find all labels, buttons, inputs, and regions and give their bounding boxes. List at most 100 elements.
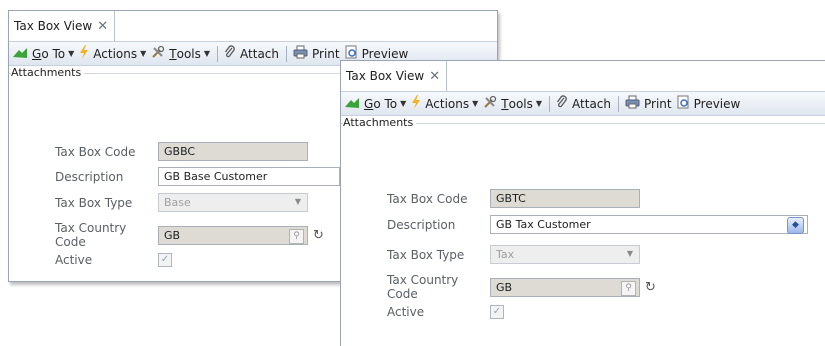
tax-country-code-value: GB <box>496 280 513 294</box>
tools-icon <box>151 45 165 62</box>
goto-button[interactable]: Go To ▼ <box>13 47 74 61</box>
tax-box-type-value: Base <box>164 196 191 209</box>
description-value: GB Tax Customer <box>496 218 591 231</box>
refresh-icon[interactable]: ↻ <box>313 228 324 243</box>
lookup-icon[interactable]: ⚲ <box>621 280 636 296</box>
tab-tax-box-view[interactable]: Tax Box View ✕ <box>9 11 116 41</box>
toolbar-separator <box>217 45 219 62</box>
preview-icon <box>677 95 690 112</box>
tools-label: ools <box>508 96 533 111</box>
toolbar-separator <box>286 45 288 62</box>
chevron-down-icon: ▼ <box>140 49 147 58</box>
chevron-down-icon: ▼ <box>472 99 479 108</box>
tools-mnemonic: T <box>169 46 177 61</box>
active-label: Active <box>387 305 425 319</box>
tax-box-type-row: Tax Box Type Base ▼ <box>55 193 308 212</box>
tax-box-code-row: Tax Box Code GBBC <box>55 142 308 161</box>
chevron-down-icon: ▼ <box>626 249 633 258</box>
description-label: Description <box>55 169 124 184</box>
preview-label: Preview <box>361 46 409 61</box>
description-row: Description GB Base Customer <box>55 167 340 186</box>
chevron-down-icon: ▼ <box>203 49 211 58</box>
tax-country-code-label: Tax Country Code <box>55 221 127 249</box>
attachments-group-label: Attachments <box>343 116 417 129</box>
print-button[interactable]: Print <box>293 45 340 62</box>
tab-strip: Tax Box View ✕ <box>9 11 497 41</box>
chevron-down-icon: ▼ <box>535 99 543 108</box>
tax-country-code-value: GB <box>164 228 181 242</box>
paperclip-icon <box>556 95 568 112</box>
tax-box-code-field[interactable]: GBTC <box>490 189 640 208</box>
actions-label: Actions <box>425 96 470 111</box>
attach-label: Attach <box>240 46 280 61</box>
goto-mnemonic: G <box>364 96 374 111</box>
tab-title: Tax Box View <box>14 19 93 33</box>
tax-box-view-window-front: Tax Box View ✕ Go To ▼ Actions ▼ Tools ▼ <box>340 60 825 346</box>
attachments-group: Attachments <box>341 116 825 130</box>
tax-box-type-select[interactable]: Tax ▼ <box>490 245 640 264</box>
active-row: Active ✓ <box>387 305 504 319</box>
tab-tax-box-view[interactable]: Tax Box View ✕ <box>341 61 448 91</box>
print-label: Print <box>312 46 340 61</box>
paperclip-icon <box>224 45 236 62</box>
chevron-down-icon: ▼ <box>294 197 301 206</box>
toolbar-separator <box>618 95 620 112</box>
tools-button[interactable]: Tools ▼ <box>151 45 210 62</box>
attachments-group-label: Attachments <box>11 66 85 79</box>
description-field[interactable]: GB Tax Customer ◆ <box>490 215 808 234</box>
toolbar: Go To ▼ Actions ▼ Tools ▼ Attach Print P… <box>341 91 825 116</box>
print-button[interactable]: Print <box>625 95 672 112</box>
translate-icon[interactable]: ◆ <box>787 217 804 234</box>
tax-country-code-row: Tax Country Code GB ⚲ ↻ <box>387 273 656 301</box>
tools-label: ools <box>176 46 201 61</box>
active-checkbox[interactable]: ✓ <box>490 305 504 319</box>
tax-box-type-value: Tax <box>496 248 515 261</box>
tax-box-code-value: GBTC <box>496 192 526 205</box>
tab-strip: Tax Box View ✕ <box>341 61 825 91</box>
chevron-down-icon: ▼ <box>68 49 75 58</box>
active-checkbox[interactable]: ✓ <box>158 253 172 267</box>
printer-icon <box>293 45 308 62</box>
lightning-icon <box>411 95 421 112</box>
goto-label: o To <box>373 96 398 111</box>
tax-box-type-row: Tax Box Type Tax ▼ <box>387 245 640 264</box>
preview-label: Preview <box>693 96 741 111</box>
lightning-icon <box>79 45 89 62</box>
description-value: GB Base Customer <box>164 170 268 183</box>
tools-button[interactable]: Tools ▼ <box>483 95 542 112</box>
tax-box-type-label: Tax Box Type <box>55 195 133 210</box>
tax-country-code-field[interactable]: GB ⚲ <box>490 277 640 297</box>
description-field[interactable]: GB Base Customer <box>158 167 340 186</box>
description-row: Description GB Tax Customer ◆ <box>387 215 808 234</box>
tax-country-code-field[interactable]: GB ⚲ <box>158 225 308 245</box>
actions-button[interactable]: Actions ▼ <box>79 45 146 62</box>
tax-box-type-label: Tax Box Type <box>387 247 465 262</box>
tax-box-code-row: Tax Box Code GBTC <box>387 189 640 208</box>
lookup-icon[interactable]: ⚲ <box>289 228 304 244</box>
actions-button[interactable]: Actions ▼ <box>411 95 478 112</box>
tools-icon <box>483 95 497 112</box>
actions-label: Actions <box>93 46 138 61</box>
goto-button[interactable]: Go To ▼ <box>345 97 406 111</box>
tax-country-code-label: Tax Country Code <box>387 273 459 301</box>
tax-box-code-label: Tax Box Code <box>55 144 136 159</box>
preview-button[interactable]: Preview <box>677 95 741 112</box>
close-icon[interactable]: ✕ <box>429 69 440 84</box>
goto-arrow-icon <box>13 47 28 61</box>
tax-box-code-field[interactable]: GBBC <box>158 142 308 161</box>
attach-button[interactable]: Attach <box>224 45 279 62</box>
chevron-down-icon: ▼ <box>400 99 407 108</box>
tax-box-type-select[interactable]: Base ▼ <box>158 193 308 212</box>
close-icon[interactable]: ✕ <box>97 19 108 34</box>
attach-button[interactable]: Attach <box>556 95 611 112</box>
refresh-icon[interactable]: ↻ <box>645 280 656 295</box>
tax-box-code-value: GBBC <box>164 145 196 158</box>
goto-arrow-icon <box>345 97 360 111</box>
toolbar-separator <box>549 95 551 112</box>
tools-mnemonic: T <box>501 96 509 111</box>
goto-mnemonic: G <box>32 46 42 61</box>
tab-title: Tax Box View <box>346 69 425 83</box>
active-row: Active ✓ <box>55 253 172 267</box>
goto-label: o To <box>41 46 66 61</box>
tax-country-code-row: Tax Country Code GB ⚲ ↻ <box>55 221 324 249</box>
